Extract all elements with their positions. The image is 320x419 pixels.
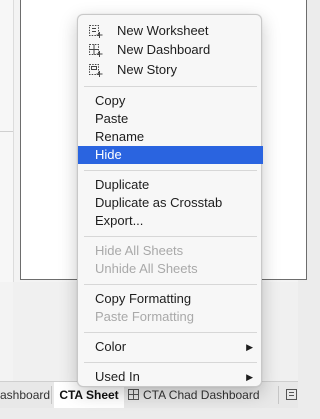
tab-dashboard-partial[interactable]: ashboard bbox=[0, 382, 51, 408]
menu-item-label: Duplicate bbox=[95, 177, 150, 192]
menu-item-new-story[interactable]: New Story bbox=[78, 61, 263, 79]
menu-item-export[interactable]: Export... bbox=[78, 212, 263, 230]
menu-item-unhide-all-sheets: Unhide All Sheets bbox=[78, 260, 263, 278]
new-worksheet-icon bbox=[87, 23, 103, 39]
tab-new-sheet-partial[interactable] bbox=[286, 382, 298, 408]
menu-item-duplicate-as-crosstab[interactable]: Duplicate as Crosstab bbox=[78, 194, 263, 212]
menu-item-label: Paste bbox=[95, 111, 129, 126]
menu-item-copy-formatting[interactable]: Copy Formatting bbox=[78, 290, 263, 308]
tab-label: CTA Chad Dashboard bbox=[143, 388, 260, 402]
submenu-arrow-icon: ▶ bbox=[246, 342, 253, 352]
menu-item-label: Color bbox=[95, 339, 127, 354]
submenu-arrow-icon: ▶ bbox=[246, 372, 253, 382]
menu-item-label: New Worksheet bbox=[117, 23, 209, 38]
menu-item-used-in[interactable]: Used In ▶ bbox=[78, 368, 263, 386]
menu-item-paste[interactable]: Paste bbox=[78, 110, 263, 128]
sheet-tab-context-menu: New Worksheet New Dashboard New Story Co… bbox=[77, 14, 263, 387]
left-panel bbox=[0, 0, 14, 282]
tab-label: ashboard bbox=[0, 388, 51, 402]
menu-separator bbox=[84, 170, 257, 171]
menu-separator bbox=[84, 362, 257, 363]
tab-label: CTA Sheet bbox=[59, 388, 119, 402]
menu-separator bbox=[84, 236, 257, 237]
menu-item-rename[interactable]: Rename bbox=[78, 128, 263, 146]
menu-item-label: Used In bbox=[95, 369, 140, 384]
menu-item-label: Copy Formatting bbox=[95, 291, 192, 306]
menu-item-label: Export... bbox=[95, 213, 144, 228]
menu-separator bbox=[84, 284, 257, 285]
new-dashboard-icon bbox=[87, 42, 103, 58]
menu-item-label: Copy bbox=[95, 93, 126, 108]
menu-item-label: New Story bbox=[117, 62, 177, 77]
menu-item-color[interactable]: Color ▶ bbox=[78, 338, 263, 356]
menu-item-hide[interactable]: Hide bbox=[78, 146, 263, 164]
menu-item-paste-formatting: Paste Formatting bbox=[78, 308, 263, 326]
menu-item-new-worksheet[interactable]: New Worksheet bbox=[78, 22, 263, 40]
menu-item-new-dashboard[interactable]: New Dashboard bbox=[78, 41, 263, 59]
new-story-icon bbox=[87, 62, 103, 78]
menu-separator bbox=[84, 332, 257, 333]
menu-item-hide-all-sheets: Hide All Sheets bbox=[78, 242, 263, 260]
panel-divider bbox=[0, 131, 13, 132]
menu-item-label: Rename bbox=[95, 129, 145, 144]
menu-item-copy[interactable]: Copy bbox=[78, 92, 263, 110]
menu-item-label: Hide bbox=[95, 147, 122, 162]
menu-item-duplicate[interactable]: Duplicate bbox=[78, 176, 263, 194]
menu-item-label: Unhide All Sheets bbox=[95, 261, 198, 276]
tab-divider bbox=[51, 386, 52, 404]
menu-item-label: New Dashboard bbox=[117, 42, 211, 57]
menu-item-label: Duplicate as Crosstab bbox=[95, 195, 223, 210]
sheet-icon bbox=[286, 382, 297, 408]
menu-separator bbox=[84, 86, 257, 87]
menu-item-label: Hide All Sheets bbox=[95, 243, 184, 258]
menu-item-label: Paste Formatting bbox=[95, 309, 194, 324]
tab-divider bbox=[278, 386, 279, 404]
